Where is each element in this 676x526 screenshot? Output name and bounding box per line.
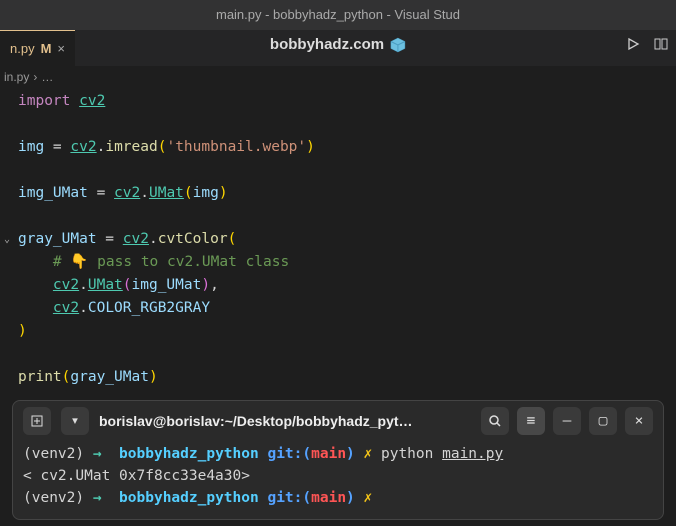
search-icon[interactable] — [481, 407, 509, 435]
window-title: main.py - bobbyhadz_python - Visual Stud — [0, 0, 676, 30]
code-line — [18, 159, 676, 182]
package-icon — [390, 37, 406, 53]
chevron-down-icon[interactable]: ⌄ — [4, 228, 10, 251]
code-line: ) — [18, 320, 676, 343]
code-line: import cv2 — [18, 90, 676, 113]
tab-modified-indicator: M — [41, 41, 52, 56]
code-line: cv2.COLOR_RGB2GRAY — [18, 297, 676, 320]
close-icon[interactable]: × — [625, 407, 653, 435]
watermark: bobbyhadz.com — [270, 36, 406, 53]
editor-actions — [626, 36, 668, 55]
editor-tab-main[interactable]: n.py M × — [0, 30, 75, 66]
terminal-body[interactable]: (venv2) → bobbyhadz_python git:(main) ✗ … — [13, 441, 663, 511]
code-line: img_UMat = cv2.UMat(img) — [18, 182, 676, 205]
code-line: img = cv2.imread('thumbnail.webp') — [18, 136, 676, 159]
minimize-icon[interactable]: — — [553, 407, 581, 435]
split-icon[interactable] — [654, 36, 668, 55]
code-line: # 👇 pass to cv2.UMat class — [18, 251, 676, 274]
tab-filename: n.py — [10, 41, 35, 56]
chevron-right-icon: › — [33, 70, 37, 84]
code-editor[interactable]: import cv2 img = cv2.imread('thumbnail.w… — [0, 88, 676, 389]
menu-icon[interactable]: ≡ — [517, 407, 545, 435]
code-line — [18, 113, 676, 136]
terminal-line: (venv2) → bobbyhadz_python git:(main) ✗ — [23, 487, 653, 509]
terminal-header: ▾ borislav@borislav:~/Desktop/bobbyhadz_… — [13, 401, 663, 441]
chevron-down-icon[interactable]: ▾ — [61, 407, 89, 435]
breadcrumb[interactable]: in.py › … — [0, 66, 676, 88]
watermark-text: bobbyhadz.com — [270, 36, 384, 53]
terminal-panel: ▾ borislav@borislav:~/Desktop/bobbyhadz_… — [12, 400, 664, 520]
terminal-output: < cv2.UMat 0x7f8cc33e4a30> — [23, 465, 653, 487]
tab-bar: n.py M × bobbyhadz.com — [0, 30, 676, 66]
code-line — [18, 343, 676, 366]
code-line: cv2.UMat(img_UMat), — [18, 274, 676, 297]
terminal-line: (venv2) → bobbyhadz_python git:(main) ✗ … — [23, 443, 653, 465]
code-line — [18, 205, 676, 228]
run-icon[interactable] — [626, 36, 640, 55]
terminal-title: borislav@borislav:~/Desktop/bobbyhadz_py… — [99, 413, 471, 429]
breadcrumb-file: in.py — [4, 70, 29, 84]
breadcrumb-more: … — [41, 70, 53, 84]
code-line: print(gray_UMat) — [18, 366, 676, 389]
code-line: ⌄gray_UMat = cv2.cvtColor( — [18, 228, 676, 251]
maximize-icon[interactable]: ▢ — [589, 407, 617, 435]
close-icon[interactable]: × — [57, 41, 65, 56]
new-tab-icon[interactable] — [23, 407, 51, 435]
